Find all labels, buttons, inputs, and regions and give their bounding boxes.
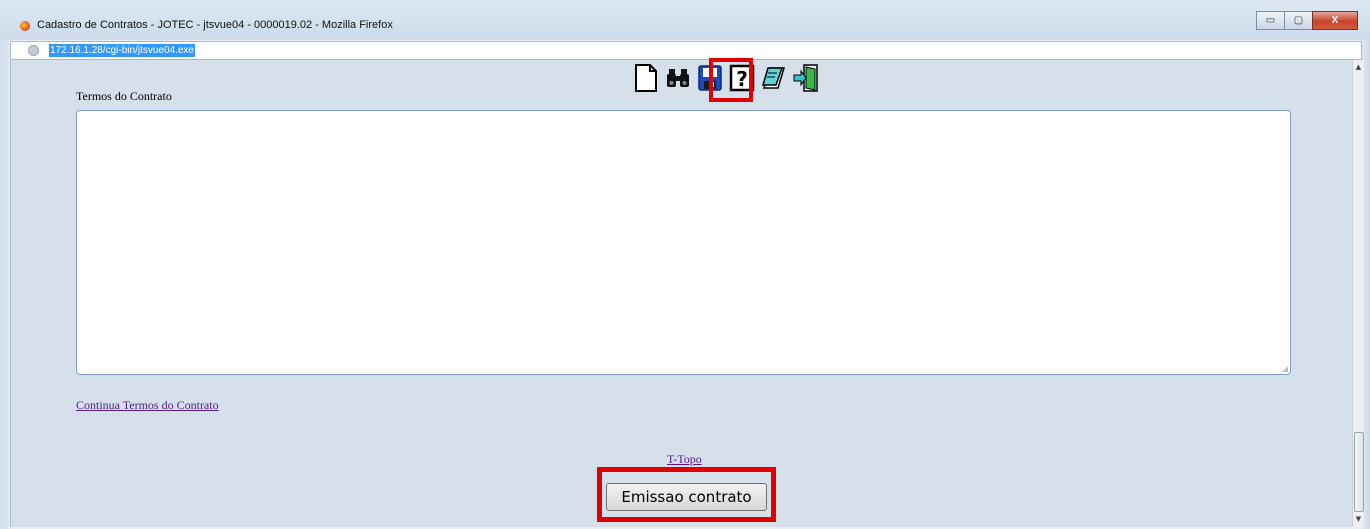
exit-door-icon[interactable]	[792, 62, 820, 94]
window-title: Cadastro de Contratos - JOTEC - jtsvue04…	[37, 19, 393, 31]
search-binoculars-icon[interactable]	[664, 62, 692, 94]
emit-contract-button[interactable]: Emissao contrato	[606, 483, 767, 511]
minimize-button[interactable]: ▭	[1256, 11, 1285, 30]
terms-label: Termos do Contrato	[76, 89, 172, 103]
address-bar[interactable]: 172.16.1.28/cgi-bin/jtsvue04.exe	[10, 41, 1362, 60]
window-frame-left	[0, 0, 9, 529]
top-link[interactable]: T-Topo	[667, 452, 702, 467]
resize-grip-icon[interactable]	[1282, 366, 1288, 372]
url-text[interactable]: 172.16.1.28/cgi-bin/jtsvue04.exe	[49, 44, 195, 57]
scroll-down-arrow-icon[interactable]: ▼	[1354, 515, 1363, 525]
maximize-button[interactable]: ▢	[1284, 11, 1313, 30]
continue-terms-link[interactable]: Continua Termos do Contrato	[76, 398, 219, 413]
vertical-scrollbar[interactable]: ▲ ▼	[1352, 60, 1364, 527]
window-controls: ▭ ▢ X	[1256, 11, 1358, 30]
scrollbar-thumb[interactable]	[1354, 432, 1364, 512]
firefox-icon	[20, 21, 30, 31]
save-highlight-box	[709, 58, 753, 102]
browser-window: Cadastro de Contratos - JOTEC - jtsvue04…	[0, 0, 1370, 529]
globe-icon	[28, 45, 39, 56]
scroll-up-arrow-icon[interactable]: ▲	[1354, 63, 1363, 73]
notes-icon[interactable]	[760, 62, 788, 94]
terms-textarea[interactable]	[76, 110, 1291, 375]
new-document-icon[interactable]	[632, 62, 660, 94]
title-bar: Cadastro de Contratos - JOTEC - jtsvue04…	[0, 0, 1370, 40]
close-button[interactable]: X	[1312, 11, 1358, 30]
